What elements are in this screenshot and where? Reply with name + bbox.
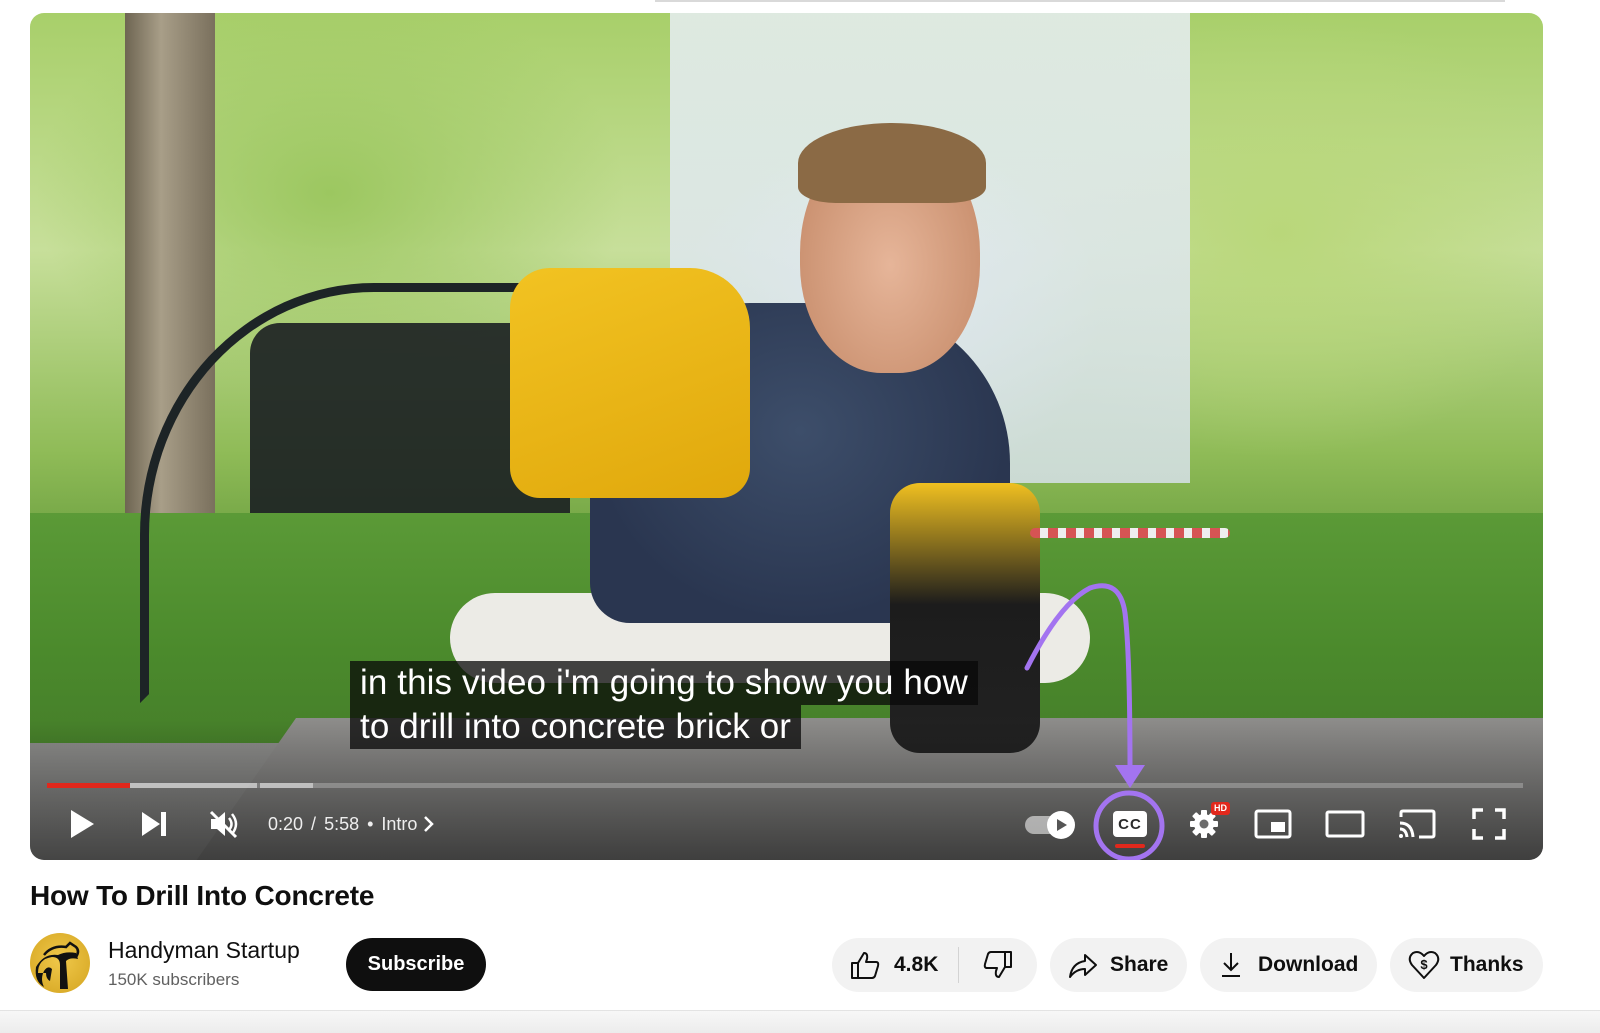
caption-line-2: to drill into concrete brick or [350, 705, 802, 749]
thanks-button[interactable]: $ Thanks [1390, 938, 1543, 992]
thumbs-up-icon [851, 952, 880, 979]
autoplay-toggle-icon [1047, 811, 1075, 839]
miniplayer-button[interactable] [1252, 799, 1294, 849]
download-icon [1222, 953, 1240, 977]
video-frame-drill-bit [1030, 528, 1230, 538]
dislike-button[interactable] [959, 938, 1037, 992]
video-title: How To Drill Into Concrete [30, 880, 375, 911]
share-icon [1069, 954, 1097, 978]
time-display: 0:20 / 5:58 • Intro [268, 799, 435, 849]
subscriber-count: 150K subscribers [108, 970, 240, 989]
cc-button[interactable]: CC [1110, 799, 1150, 849]
thanks-label: Thanks [1450, 953, 1524, 976]
progress-bar[interactable] [47, 783, 1523, 788]
caption-window: in this video i'm going to show you how … [350, 661, 978, 749]
current-time: 0:20 [268, 813, 304, 834]
theater-mode-icon [1325, 810, 1365, 838]
chevron-right-icon [424, 816, 435, 832]
video-frame-corded-drill [510, 268, 750, 498]
next-icon [142, 812, 166, 836]
channel-avatar[interactable] [30, 933, 90, 993]
play-button[interactable] [62, 799, 102, 849]
video-player[interactable]: in this video i'm going to show you how … [30, 13, 1543, 860]
settings-button[interactable]: HD [1182, 799, 1230, 849]
cc-icon: CC [1113, 811, 1147, 837]
share-button[interactable]: Share [1050, 938, 1187, 992]
subscribe-button[interactable]: Subscribe [346, 938, 486, 991]
page-top-edge [655, 0, 1505, 2]
cast-icon [1399, 809, 1436, 839]
hd-badge: HD [1211, 802, 1230, 815]
play-icon [71, 810, 94, 838]
control-bar: 0:20 / 5:58 • Intro CC HD [30, 799, 1543, 849]
like-button[interactable]: 4.8K [832, 938, 958, 992]
channel-name[interactable]: Handyman Startup [108, 937, 300, 964]
volume-muted-icon [209, 810, 238, 839]
download-button[interactable]: Download [1200, 938, 1377, 992]
miniplayer-icon [1254, 809, 1292, 839]
download-label: Download [1258, 953, 1359, 976]
fullscreen-icon [1472, 808, 1506, 840]
cc-active-indicator [1115, 844, 1145, 848]
chapter-title: Intro [381, 813, 418, 834]
video-frame-person-hair [798, 123, 986, 203]
next-button[interactable] [134, 799, 174, 849]
svg-text:$: $ [1420, 957, 1428, 972]
time-separator: / [311, 813, 317, 834]
theater-mode-button[interactable] [1324, 799, 1366, 849]
like-dislike-group: 4.8K [832, 938, 1037, 992]
caption-line-1: in this video i'm going to show you how [350, 661, 978, 705]
super-thanks-icon: $ [1408, 951, 1440, 979]
chapter-marker [256, 783, 260, 788]
cast-button[interactable] [1396, 799, 1438, 849]
fullscreen-button[interactable] [1468, 799, 1510, 849]
chapter-button[interactable]: Intro [381, 814, 435, 835]
autoplay-toggle[interactable] [1025, 811, 1081, 839]
progress-played [47, 783, 130, 788]
like-count: 4.8K [894, 953, 939, 976]
channel-logo-icon [35, 941, 80, 989]
duration: 5:58 [324, 813, 360, 834]
share-label: Share [1110, 953, 1169, 976]
page-bottom-edge [0, 1010, 1600, 1033]
thumbs-down-icon [983, 951, 1012, 978]
mute-button[interactable] [204, 799, 244, 849]
chapter-dot: • [367, 813, 374, 834]
